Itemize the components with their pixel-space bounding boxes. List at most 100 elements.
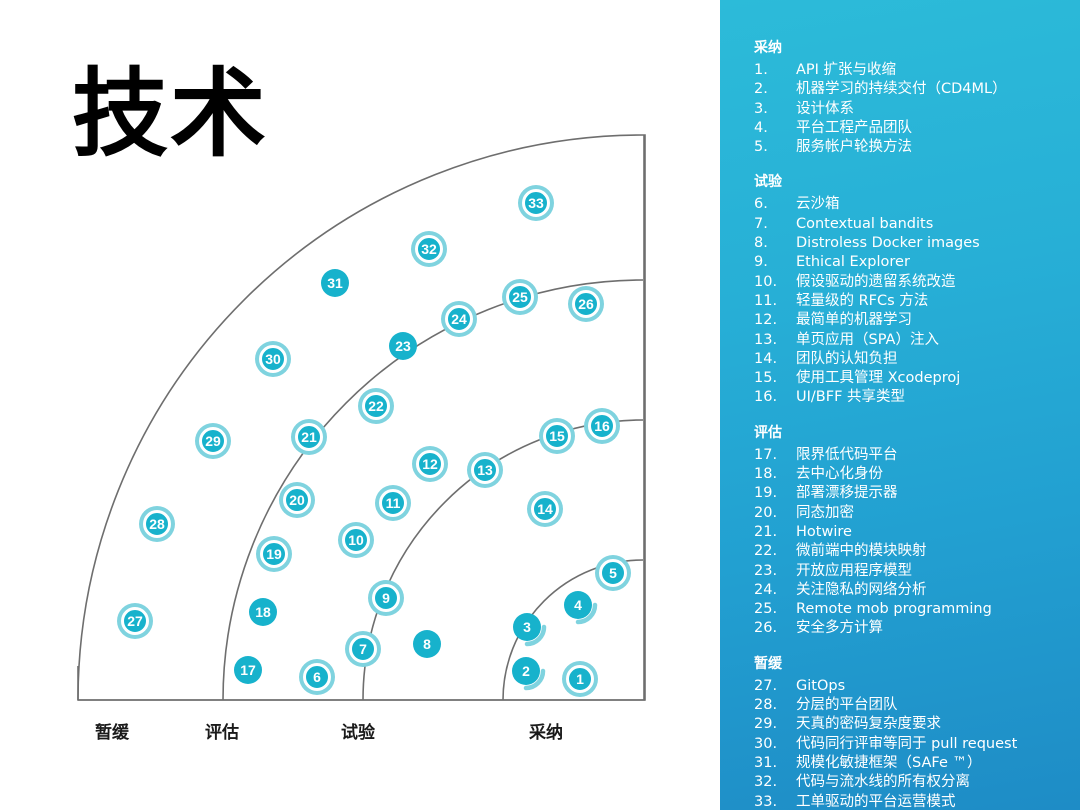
axis-label-3: 试验: [341, 723, 375, 743]
blip-14[interactable]: 14: [531, 495, 559, 523]
list-item[interactable]: 23. 开放应用程序模型: [754, 562, 1062, 581]
legend-item-label: 云沙箱: [796, 196, 840, 213]
list-item[interactable]: 14. 团队的认知负担: [754, 350, 1062, 369]
blip-7[interactable]: 7: [349, 635, 377, 663]
list-item[interactable]: 10. 假设驱动的遗留系统改造: [754, 273, 1062, 292]
blip-number: 2: [522, 663, 530, 679]
list-item[interactable]: 25. Remote mob programming: [754, 600, 1062, 619]
blip-32[interactable]: 32: [415, 235, 443, 263]
blip-23[interactable]: 23: [389, 332, 417, 360]
legend-item-number: 29.: [754, 716, 778, 733]
legend-item-number: 11.: [754, 292, 778, 309]
legend-item-number: 1.: [754, 62, 768, 78]
blip-17[interactable]: 17: [234, 656, 262, 684]
blip-12[interactable]: 12: [416, 450, 444, 478]
legend-item-label: 最简单的机器学习: [796, 312, 912, 329]
blip-5[interactable]: 5: [599, 559, 627, 587]
blip-25[interactable]: 25: [506, 283, 534, 311]
blip-13[interactable]: 13: [471, 456, 499, 484]
list-item[interactable]: 30. 代码同行评审等同于 pull request: [754, 735, 1062, 754]
legend-item-number: 23.: [754, 562, 778, 579]
blip-number: 19: [266, 546, 282, 562]
list-item[interactable]: 28. 分层的平台团队: [754, 696, 1062, 715]
legend-item-label: 工单驱动的平台运营模式: [796, 793, 956, 810]
blip-3[interactable]: 3: [513, 613, 547, 647]
list-item[interactable]: 8. Distroless Docker images: [754, 234, 1062, 253]
list-item[interactable]: 29. 天真的密码复杂度要求: [754, 715, 1062, 734]
legend-item-label: 团队的认知负担: [796, 350, 898, 367]
list-item[interactable]: 33. 工单驱动的平台运营模式: [754, 793, 1062, 812]
list-item[interactable]: 3. 设计体系: [754, 100, 1062, 119]
blip-20[interactable]: 20: [283, 486, 311, 514]
legend-item-label: 安全多方计算: [796, 620, 883, 637]
list-item[interactable]: 4. 平台工程产品团队: [754, 119, 1062, 138]
legend-item-number: 4.: [754, 119, 768, 136]
blip-31[interactable]: 31: [321, 269, 349, 297]
legend-item-label: 使用工具管理 Xcodeproj: [796, 370, 961, 387]
blip-number: 26: [578, 296, 594, 312]
legend-list: 1. API 扩张与收缩 2. 机器学习的持续交付（CD4ML） 3. 设计体系 4. 平台工…: [754, 61, 1062, 157]
legend-item-label: API 扩张与收缩: [796, 62, 897, 78]
blip-10[interactable]: 10: [342, 526, 370, 554]
blip-27[interactable]: 27: [121, 607, 149, 635]
list-item[interactable]: 27. GitOps: [754, 677, 1062, 696]
list-item[interactable]: 7. Contextual bandits: [754, 215, 1062, 234]
list-item[interactable]: 18. 去中心化身份: [754, 465, 1062, 484]
list-item[interactable]: 11. 轻量级的 RFCs 方法: [754, 292, 1062, 311]
blip-28[interactable]: 28: [143, 510, 171, 538]
list-item[interactable]: 26. 安全多方计算: [754, 619, 1062, 638]
legend-item-number: 3.: [754, 100, 768, 117]
blip-24[interactable]: 24: [445, 305, 473, 333]
blip-1[interactable]: 1: [566, 665, 594, 693]
blip-19[interactable]: 19: [260, 540, 288, 568]
axis-label-1: 暂缓: [95, 723, 129, 743]
list-item[interactable]: 12. 最简单的机器学习: [754, 311, 1062, 330]
legend-item-number: 30.: [754, 735, 778, 752]
blip-number: 13: [477, 462, 493, 478]
blip-9[interactable]: 9: [372, 584, 400, 612]
list-item[interactable]: 20. 同态加密: [754, 504, 1062, 523]
blip-26[interactable]: 26: [572, 290, 600, 318]
list-item[interactable]: 21. Hotwire: [754, 523, 1062, 542]
list-item[interactable]: 16. UI/BFF 共享类型: [754, 388, 1062, 407]
list-item[interactable]: 19. 部署漂移提示器: [754, 484, 1062, 503]
blip-22[interactable]: 22: [362, 392, 390, 420]
list-item[interactable]: 1. API 扩张与收缩: [754, 61, 1062, 80]
legend-item-number: 10.: [754, 273, 778, 290]
blip-2[interactable]: 2: [512, 657, 546, 691]
list-item[interactable]: 24. 关注隐私的网络分析: [754, 581, 1062, 600]
legend-list: 27. GitOps 28. 分层的平台团队 29. 天真的密码复杂度要求 30. 代码同行评…: [754, 677, 1062, 812]
blip-4[interactable]: 4: [564, 591, 598, 625]
legend-heading: 采纳: [754, 40, 782, 56]
blip-16[interactable]: 16: [588, 412, 616, 440]
blip-15[interactable]: 15: [543, 422, 571, 450]
legend-item-number: 24.: [754, 581, 778, 598]
blip-number: 1: [576, 671, 584, 687]
blip-33[interactable]: 33: [522, 189, 550, 217]
list-item[interactable]: 2. 机器学习的持续交付（CD4ML）: [754, 80, 1062, 99]
list-item[interactable]: 15. 使用工具管理 Xcodeproj: [754, 369, 1062, 388]
list-item[interactable]: 32. 代码与流水线的所有权分离: [754, 773, 1062, 792]
blip-21[interactable]: 21: [295, 423, 323, 451]
blip-number: 10: [348, 532, 364, 548]
blip-number: 21: [301, 429, 317, 445]
legend-item-number: 12.: [754, 312, 778, 329]
legend-item-label: 关注隐私的网络分析: [796, 581, 927, 598]
blip-29[interactable]: 29: [199, 427, 227, 455]
blip-18[interactable]: 18: [249, 598, 277, 626]
list-item[interactable]: 5. 服务帐户轮换方法: [754, 138, 1062, 157]
list-item[interactable]: 22. 微前端中的模块映射: [754, 542, 1062, 561]
blip-number: 22: [368, 398, 384, 414]
legend-item-label: 分层的平台团队: [796, 697, 898, 714]
list-item[interactable]: 17. 限界低代码平台: [754, 446, 1062, 465]
list-item[interactable]: 31. 规模化敏捷框架（SAFe ™）: [754, 754, 1062, 773]
blip-11[interactable]: 11: [379, 489, 407, 517]
blip-number: 4: [574, 597, 582, 613]
blip-8[interactable]: 8: [413, 630, 441, 658]
list-item[interactable]: 9. Ethical Explorer: [754, 253, 1062, 272]
blip-30[interactable]: 30: [259, 345, 287, 373]
list-item[interactable]: 13. 单页应用（SPA）注入: [754, 331, 1062, 350]
list-item[interactable]: 6. 云沙箱: [754, 195, 1062, 214]
blip-6[interactable]: 6: [303, 663, 331, 691]
legend-list: 6. 云沙箱 7. Contextual bandits 8. Distroless Do…: [754, 195, 1062, 407]
